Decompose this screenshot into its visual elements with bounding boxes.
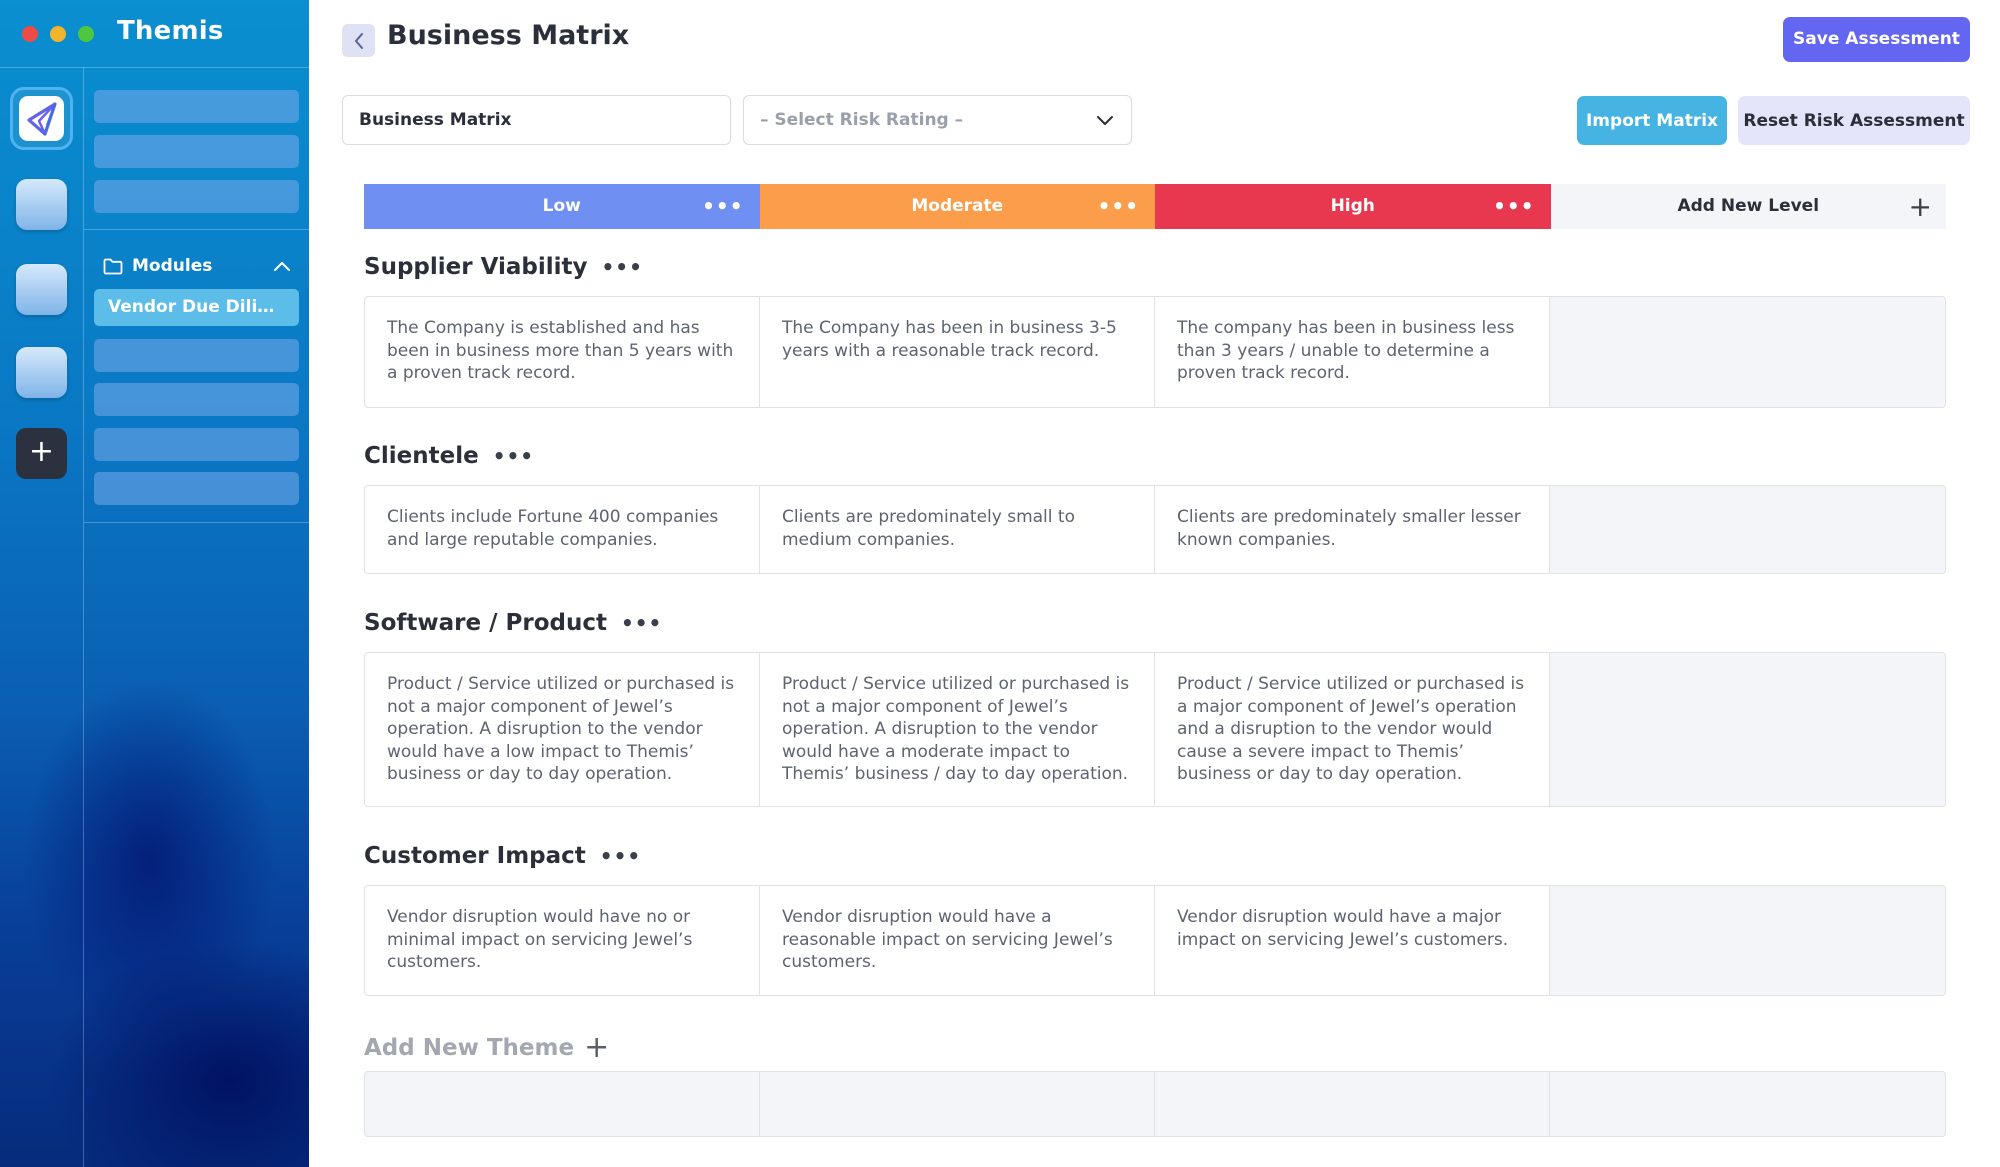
- add-app-button[interactable]: +: [16, 428, 67, 479]
- module-item-placeholder[interactable]: [94, 383, 299, 416]
- more-options-icon[interactable]: •••: [600, 844, 641, 868]
- divider: [84, 229, 309, 230]
- plus-icon[interactable]: +: [584, 1030, 609, 1065]
- more-options-icon[interactable]: •••: [493, 444, 534, 468]
- level-label: High: [1330, 196, 1375, 216]
- level-label: Low: [542, 196, 581, 216]
- add-new-level-button[interactable]: Add New Level +: [1550, 184, 1946, 229]
- matrix-cell-empty[interactable]: [1550, 297, 1945, 407]
- matrix-name-input[interactable]: Business Matrix: [342, 95, 731, 145]
- add-theme-label: Add New Theme: [364, 1035, 575, 1061]
- level-high[interactable]: High •••: [1155, 184, 1551, 229]
- matrix-cell[interactable]: The Company has been in business 3-5 yea…: [760, 297, 1155, 407]
- matrix-cell[interactable]: Clients are predominately smaller lesser…: [1155, 486, 1550, 573]
- matrix-cell[interactable]: The company has been in business less th…: [1155, 297, 1550, 407]
- divider: [83, 67, 84, 1167]
- theme-title[interactable]: Supplier Viability •••: [364, 254, 643, 280]
- app-title: Themis: [117, 16, 224, 46]
- matrix-cell-empty[interactable]: [1155, 1072, 1550, 1136]
- sidebar: Themis + Modules Vendor Due Dilige...: [0, 0, 309, 1167]
- theme-row: Clients include Fortune 400 companies an…: [364, 485, 1946, 574]
- folder-icon: [103, 258, 123, 275]
- theme-row: Vendor disruption would have no or minim…: [364, 885, 1946, 996]
- back-button[interactable]: [342, 24, 375, 57]
- module-item-placeholder[interactable]: [94, 428, 299, 461]
- matrix-cell[interactable]: Vendor disruption would have no or minim…: [365, 886, 760, 995]
- import-matrix-button[interactable]: Import Matrix: [1577, 96, 1727, 145]
- matrix-cell-empty[interactable]: [760, 1072, 1155, 1136]
- nav-item-placeholder[interactable]: [94, 135, 299, 168]
- matrix-cell[interactable]: The Company is established and has been …: [365, 297, 760, 407]
- risk-rating-placeholder: – Select Risk Rating –: [760, 110, 964, 130]
- more-options-icon[interactable]: •••: [702, 184, 743, 229]
- theme-name: Clientele: [364, 443, 479, 469]
- level-moderate[interactable]: Moderate •••: [759, 184, 1155, 229]
- risk-levels-header: Low ••• Moderate ••• High ••• Add New Le…: [364, 184, 1946, 229]
- add-level-label: Add New Level: [1677, 196, 1820, 216]
- rail-app-themis[interactable]: [10, 87, 73, 150]
- rail-app-icon[interactable]: [16, 264, 67, 315]
- more-options-icon[interactable]: •••: [621, 611, 662, 635]
- divider: [84, 522, 309, 523]
- theme-row: The Company is established and has been …: [364, 296, 1946, 408]
- chevron-down-icon: [1095, 110, 1115, 130]
- theme-title[interactable]: Software / Product •••: [364, 610, 662, 636]
- matrix-cell[interactable]: Vendor disruption would have a major imp…: [1155, 886, 1550, 995]
- page-title: Business Matrix: [387, 20, 630, 51]
- matrix-cell-empty[interactable]: [1550, 886, 1945, 995]
- level-label: Moderate: [911, 196, 1004, 216]
- more-options-icon[interactable]: •••: [1493, 184, 1534, 229]
- matrix-cell[interactable]: Product / Service utilized or purchased …: [1155, 653, 1550, 806]
- level-low[interactable]: Low •••: [364, 184, 760, 229]
- more-options-icon[interactable]: •••: [602, 255, 643, 279]
- window-controls: [22, 26, 94, 42]
- more-options-icon[interactable]: •••: [1098, 184, 1139, 229]
- minimize-window-button[interactable]: [50, 26, 66, 42]
- theme-name: Customer Impact: [364, 843, 586, 869]
- matrix-cell-empty[interactable]: [1550, 486, 1945, 573]
- chevron-up-icon[interactable]: [273, 261, 291, 272]
- save-assessment-button[interactable]: Save Assessment: [1783, 17, 1970, 62]
- chevron-left-icon: [353, 32, 365, 50]
- matrix-cell-empty[interactable]: [1550, 1072, 1945, 1136]
- nav-item-placeholder[interactable]: [94, 90, 299, 123]
- modules-label: Modules: [132, 256, 213, 276]
- theme-title[interactable]: Clientele •••: [364, 443, 534, 469]
- risk-rating-select[interactable]: – Select Risk Rating –: [743, 95, 1132, 145]
- divider: [0, 67, 309, 68]
- rail-app-icon[interactable]: [16, 179, 67, 230]
- module-item-placeholder[interactable]: [94, 472, 299, 505]
- module-item-placeholder[interactable]: [94, 339, 299, 372]
- matrix-cell[interactable]: Product / Service utilized or purchased …: [365, 653, 760, 806]
- matrix-cell[interactable]: Clients include Fortune 400 companies an…: [365, 486, 760, 573]
- reset-risk-assessment-button[interactable]: Reset Risk Assessment: [1738, 96, 1970, 145]
- theme-title[interactable]: Customer Impact •••: [364, 843, 641, 869]
- close-window-button[interactable]: [22, 26, 38, 42]
- theme-name: Supplier Viability: [364, 254, 588, 280]
- matrix-cell-empty[interactable]: [365, 1072, 760, 1136]
- modules-section-header[interactable]: Modules: [103, 254, 299, 278]
- plus-icon[interactable]: +: [1909, 184, 1932, 229]
- themis-logo-icon: [19, 96, 64, 141]
- matrix-cell[interactable]: Vendor disruption would have a reasonabl…: [760, 886, 1155, 995]
- new-theme-row: [364, 1071, 1946, 1137]
- add-new-theme-button[interactable]: Add New Theme +: [364, 1030, 609, 1065]
- matrix-cell-empty[interactable]: [1550, 653, 1945, 806]
- theme-row: Product / Service utilized or purchased …: [364, 652, 1946, 807]
- matrix-cell[interactable]: Product / Service utilized or purchased …: [760, 653, 1155, 806]
- maximize-window-button[interactable]: [78, 26, 94, 42]
- module-item-active[interactable]: Vendor Due Dilige...: [94, 289, 299, 326]
- theme-name: Software / Product: [364, 610, 607, 636]
- matrix-cell[interactable]: Clients are predominately small to mediu…: [760, 486, 1155, 573]
- rail-app-icon[interactable]: [16, 347, 67, 398]
- nav-item-placeholder[interactable]: [94, 180, 299, 213]
